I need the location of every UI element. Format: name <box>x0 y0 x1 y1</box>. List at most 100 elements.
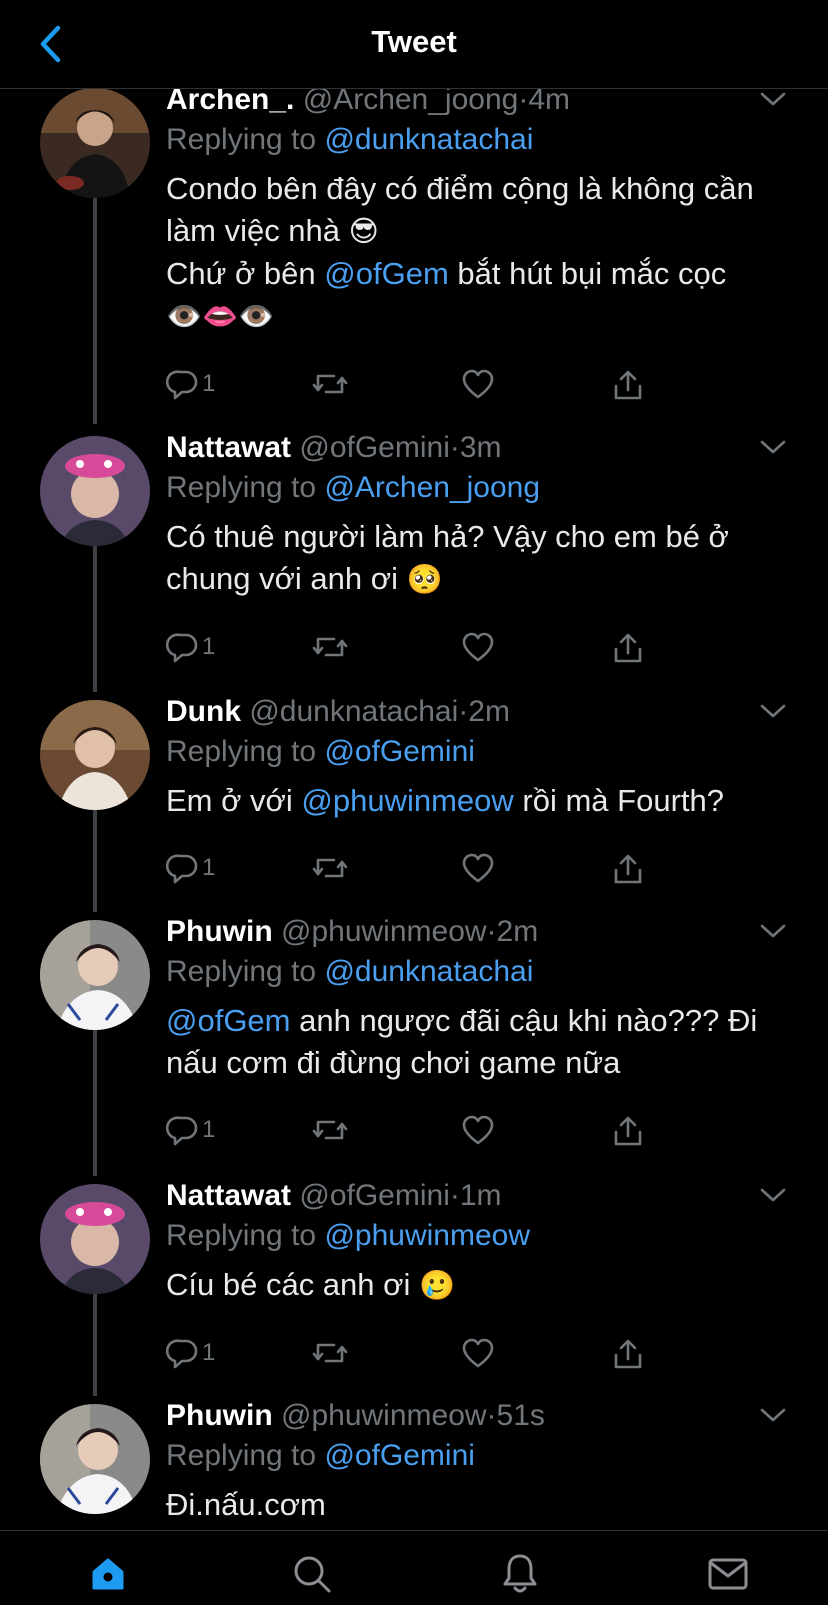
avatar[interactable] <box>40 1404 150 1514</box>
reply-button[interactable]: 1 <box>166 362 215 406</box>
text-part: bắt hút bụi mắc cọc <box>448 256 727 291</box>
tweet-text: Có thuê người làm hả? Vậy cho em bé ở ch… <box>166 516 788 601</box>
like-button[interactable] <box>462 1108 494 1152</box>
heart-icon <box>462 853 494 883</box>
chevron-down-icon[interactable] <box>758 88 788 114</box>
tab-search[interactable] <box>286 1549 338 1599</box>
tab-messages[interactable] <box>702 1549 754 1599</box>
tweet-header: Dunk @dunknatachai·2m <box>166 692 788 732</box>
avatar[interactable] <box>40 1184 150 1294</box>
handle[interactable]: @ofGemini <box>299 431 450 464</box>
text-part: Chứ ở bên <box>166 256 325 291</box>
retweet-button[interactable] <box>312 362 348 406</box>
retweet-icon <box>312 1343 348 1363</box>
bell-icon <box>503 1554 537 1593</box>
emoji: 👁️👄👁️ <box>166 301 275 333</box>
handle[interactable]: @dunknatachai <box>249 695 458 728</box>
replying-to: Replying to @dunknatachai <box>166 952 788 992</box>
avatar[interactable] <box>40 88 150 198</box>
mention-link[interactable]: @dunknatachai <box>324 955 533 988</box>
display-name[interactable]: Nattawat <box>166 1179 291 1212</box>
timestamp[interactable]: 51s <box>497 1399 545 1432</box>
mention-link[interactable]: @phuwinmeow <box>301 783 513 818</box>
replying-prefix: Replying to <box>166 735 325 768</box>
reply-button[interactable]: 1 <box>166 846 215 890</box>
display-name[interactable]: Dunk <box>166 695 241 728</box>
bottom-tab-bar <box>0 1530 828 1605</box>
replying-to: Replying to @ofGemini <box>166 1436 788 1476</box>
chevron-down-icon[interactable] <box>758 1180 788 1210</box>
tweet[interactable]: Archen_. @Archen_joong·4m Replying to @d… <box>0 88 828 428</box>
mention-link[interactable]: @ofGem <box>324 256 449 291</box>
replying-prefix: Replying to <box>166 1219 325 1252</box>
handle[interactable]: @phuwinmeow <box>281 915 487 948</box>
share-button[interactable] <box>612 1108 644 1152</box>
text-part: rồi mà Fourth? <box>513 783 724 818</box>
like-button[interactable] <box>462 846 494 890</box>
tweet[interactable]: Nattawat @ofGemini·3m Replying to @Arche… <box>0 431 828 692</box>
tab-home[interactable] <box>82 1549 134 1599</box>
chevron-down-icon[interactable] <box>758 916 788 946</box>
handle[interactable]: @Archen_joong <box>303 88 519 116</box>
timestamp[interactable]: 2m <box>497 915 539 948</box>
avatar[interactable] <box>40 920 150 1030</box>
tweet[interactable]: Dunk @dunknatachai·2m Replying to @ofGem… <box>0 695 828 912</box>
handle[interactable]: @phuwinmeow <box>281 1399 487 1432</box>
chevron-down-icon[interactable] <box>758 1400 788 1430</box>
reply-button[interactable]: 1 <box>166 1331 215 1375</box>
display-name[interactable]: Archen_. <box>166 88 294 116</box>
mention-link[interactable]: @ofGem <box>166 1003 291 1038</box>
separator-dot: · <box>458 695 469 728</box>
reply-button[interactable]: 1 <box>166 625 215 669</box>
text-part: Có thuê người làm hả? Vậy cho em bé ở ch… <box>166 519 729 596</box>
replying-prefix: Replying to <box>166 1439 325 1472</box>
reply-thread: Archen_. @Archen_joong·4m Replying to @d… <box>0 88 828 1530</box>
display-name[interactable]: Nattawat <box>166 431 291 464</box>
share-button[interactable] <box>612 362 644 406</box>
replying-to: Replying to @dunknatachai <box>166 120 788 160</box>
mention-link[interactable]: @dunknatachai <box>324 123 533 156</box>
reply-icon <box>166 1116 198 1146</box>
chevron-down-icon[interactable] <box>758 696 788 726</box>
tweet[interactable]: Nattawat @ofGemini·1m Replying to @phuwi… <box>0 1179 828 1396</box>
text-part: Em ở với <box>166 783 302 818</box>
tweet[interactable]: Phuwin @phuwinmeow·2m Replying to @dunkn… <box>0 915 828 1176</box>
like-button[interactable] <box>462 625 494 669</box>
timestamp[interactable]: 3m <box>460 431 502 464</box>
tab-notifications[interactable] <box>494 1549 546 1599</box>
timestamp[interactable]: 1m <box>460 1179 502 1212</box>
replying-prefix: Replying to <box>166 471 325 504</box>
tweet-actions: 1 <box>166 1108 788 1152</box>
share-button[interactable] <box>612 625 644 669</box>
avatar[interactable] <box>40 436 150 546</box>
chevron-down-icon[interactable] <box>758 432 788 462</box>
like-button[interactable] <box>462 1331 494 1375</box>
mention-link[interactable]: @ofGemini <box>324 735 475 768</box>
avatar[interactable] <box>40 700 150 810</box>
share-icon <box>614 1339 642 1369</box>
share-button[interactable] <box>612 846 644 890</box>
emoji: 🥲 <box>418 1270 456 1302</box>
retweet-button[interactable] <box>312 625 348 669</box>
display-name[interactable]: Phuwin <box>166 915 273 948</box>
timestamp[interactable]: 2m <box>468 695 510 728</box>
mention-link[interactable]: @phuwinmeow <box>324 1219 530 1252</box>
tweet-text: @ofGem anh ngược đãi cậu khi nào??? Đi n… <box>166 1000 788 1084</box>
mail-icon <box>708 1558 748 1590</box>
share-button[interactable] <box>612 1331 644 1375</box>
tweet-text: Đi.nấu.cơm <box>166 1484 788 1526</box>
reply-button[interactable]: 1 <box>166 1108 215 1152</box>
display-name[interactable]: Phuwin <box>166 1399 273 1432</box>
tweet[interactable]: Phuwin @phuwinmeow·51s Replying to @ofGe… <box>0 1399 828 1530</box>
share-icon <box>614 1116 642 1146</box>
tweet-header: Archen_. @Archen_joong·4m <box>166 88 788 120</box>
retweet-button[interactable] <box>312 1108 348 1152</box>
like-button[interactable] <box>462 362 494 406</box>
timestamp[interactable]: 4m <box>528 88 570 116</box>
mention-link[interactable]: @Archen_joong <box>324 471 540 504</box>
retweet-button[interactable] <box>312 846 348 890</box>
retweet-button[interactable] <box>312 1331 348 1375</box>
separator-dot: · <box>449 431 460 464</box>
handle[interactable]: @ofGemini <box>299 1179 450 1212</box>
mention-link[interactable]: @ofGemini <box>324 1439 475 1472</box>
